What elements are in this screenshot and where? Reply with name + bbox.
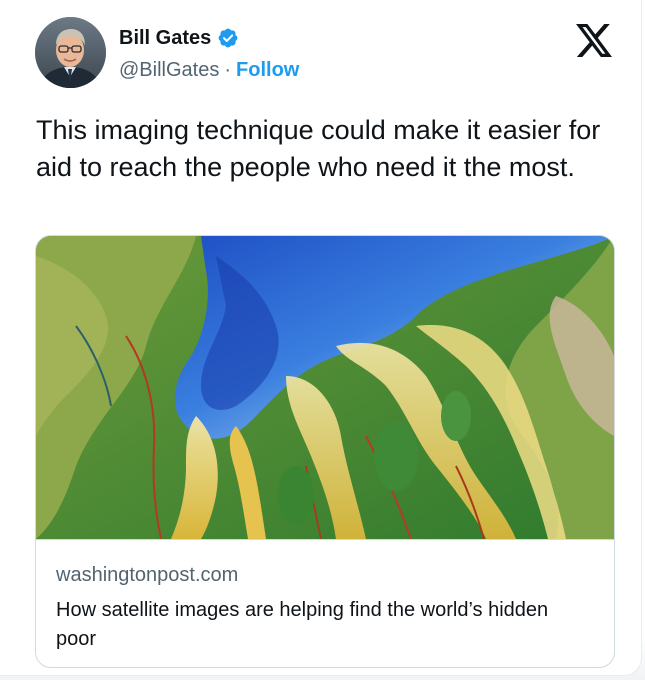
author-handle-row: @BillGates · Follow — [119, 58, 299, 82]
verified-badge-icon — [218, 28, 238, 48]
link-preview-card[interactable]: washingtonpost.com How satellite images … — [35, 235, 615, 668]
x-logo-icon[interactable] — [576, 24, 612, 57]
avatar[interactable] — [35, 17, 106, 88]
tweet-card: Bill Gates @BillGates · Follow This imag… — [0, 0, 642, 676]
separator-dot: · — [224, 59, 232, 81]
follow-button[interactable]: Follow — [236, 58, 299, 82]
page: Bill Gates @BillGates · Follow This imag… — [0, 0, 645, 680]
tweet-text: This imaging technique could make it eas… — [36, 115, 601, 182]
link-card-title[interactable]: How satellite images are helping find th… — [56, 596, 586, 654]
satellite-river-delta-image — [36, 236, 614, 539]
link-card-meta: washingtonpost.com How satellite images … — [36, 539, 614, 667]
author-display-name[interactable]: Bill Gates — [119, 26, 211, 50]
author-name-row: Bill Gates — [119, 26, 239, 50]
author-handle[interactable]: @BillGates — [119, 58, 219, 82]
avatar-portrait-icon — [35, 17, 106, 88]
link-card-domain: washingtonpost.com — [56, 564, 239, 586]
